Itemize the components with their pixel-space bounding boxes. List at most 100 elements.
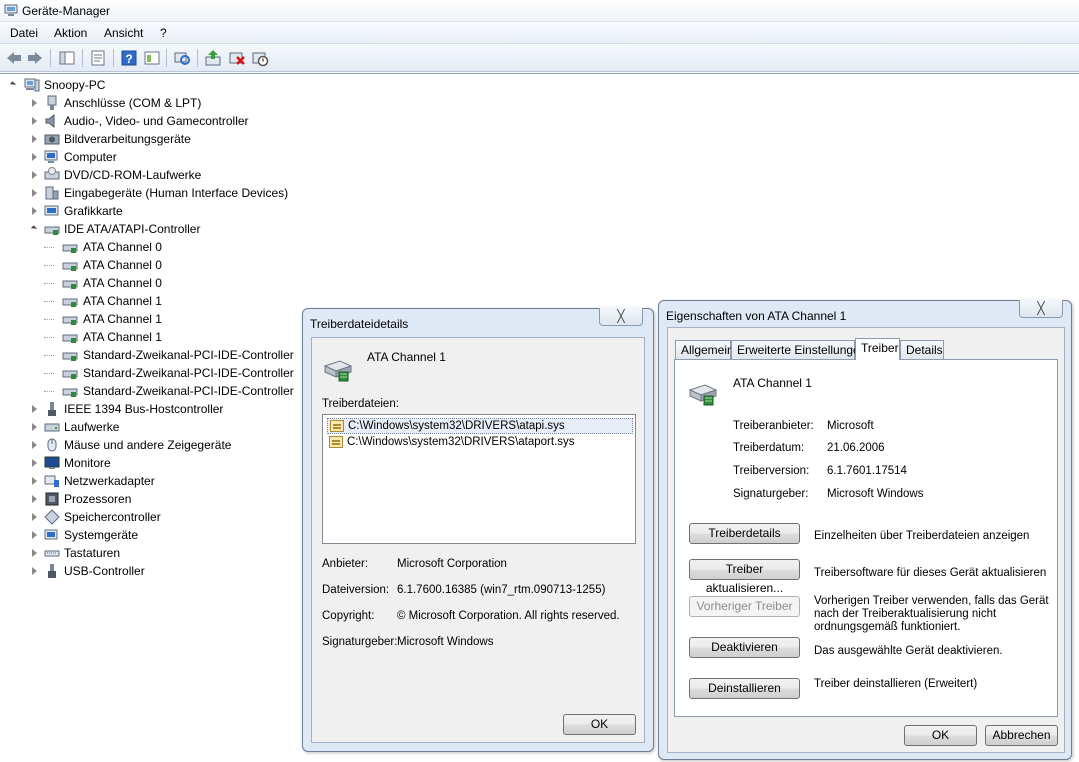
mouse-icon (47, 438, 57, 452)
expand-toggle[interactable] (32, 513, 37, 521)
menu-help[interactable]: ? (158, 26, 169, 40)
list-item[interactable]: C:\Windows\system32\DRIVERS\ataport.sys (327, 435, 633, 451)
tree-root[interactable]: Snoopy-PC (9, 76, 130, 94)
tree-category[interactable]: Computer (30, 148, 310, 166)
rollback-driver-desc-2: nach der Treiberaktualisierung nicht (814, 608, 997, 620)
tree-device[interactable]: ATA Channel 1 (44, 292, 310, 310)
processor-icon (45, 492, 59, 506)
menu-datei[interactable]: Datei (8, 26, 40, 40)
tree-category[interactable]: Prozessoren (30, 490, 310, 508)
tree-category[interactable]: IDE ATA/ATAPI-Controller (30, 220, 310, 238)
ide-controller-icon (62, 352, 78, 361)
tree-device[interactable]: ATA Channel 1 (44, 328, 310, 346)
tree-category[interactable]: Audio-, Video- und Gamecontroller (30, 112, 310, 130)
tab-allgemein[interactable]: Allgemein (675, 340, 734, 359)
expand-toggle[interactable] (32, 189, 37, 197)
tree-category[interactable]: USB-Controller (30, 562, 310, 580)
tree-device-label: Standard-Zweikanal-PCI-IDE-Controller (83, 348, 294, 362)
expand-toggle[interactable] (32, 99, 37, 107)
title-bar[interactable]: Geräte-Manager (0, 0, 1079, 22)
uninstall-icon[interactable] (228, 49, 246, 67)
device-name: ATA Channel 1 (733, 376, 812, 390)
tree-device[interactable]: Standard-Zweikanal-PCI-IDE-Controller (44, 364, 310, 382)
collapse-toggle[interactable] (9, 81, 17, 88)
ide-controller-icon (323, 360, 353, 382)
close-button[interactable]: ╳ (599, 308, 643, 326)
device-name: ATA Channel 1 (367, 350, 446, 364)
expand-toggle[interactable] (32, 531, 37, 539)
expand-toggle[interactable] (32, 549, 37, 557)
help-icon[interactable]: ? (120, 49, 138, 67)
expand-toggle[interactable] (32, 135, 37, 143)
svg-text:?: ? (125, 52, 132, 66)
firewire-icon (48, 402, 56, 416)
menu-ansicht[interactable]: Ansicht (102, 26, 145, 40)
tree-device[interactable]: ATA Channel 1 (44, 310, 310, 328)
tab-erweiterte-einstellungen[interactable]: Erweiterte Einstellungen (731, 340, 866, 359)
disable-icon[interactable] (251, 49, 269, 67)
tree-category[interactable]: Anschlüsse (COM & LPT) (30, 94, 310, 112)
tree-category[interactable]: Speichercontroller (30, 508, 310, 526)
expand-toggle[interactable] (32, 207, 37, 215)
expand-toggle[interactable] (32, 495, 37, 503)
view-icon[interactable] (143, 49, 161, 67)
tree-category[interactable]: Eingabegeräte (Human Interface Devices) (30, 184, 310, 202)
driver-details-button[interactable]: Treiberdetails (689, 523, 800, 544)
tree-category[interactable]: DVD/CD-ROM-Laufwerke (30, 166, 310, 184)
uninstall-driver-button[interactable]: Deinstallieren (689, 678, 800, 699)
expand-toggle[interactable] (32, 405, 37, 413)
back-icon[interactable] (5, 49, 23, 67)
tree-category[interactable]: IEEE 1394 Bus-Hostcontroller (30, 400, 310, 418)
tree-category[interactable]: Netzwerkadapter (30, 472, 310, 490)
driver-version-value: 6.1.7601.17514 (827, 465, 907, 477)
collapse-toggle[interactable] (30, 225, 38, 232)
update-driver-icon[interactable] (204, 49, 222, 67)
tree-device[interactable]: ATA Channel 0 (44, 256, 310, 274)
ok-button[interactable]: OK (563, 714, 636, 735)
rollback-driver-button[interactable]: Vorheriger Treiber (689, 596, 800, 617)
tree-connector (44, 319, 54, 320)
expand-toggle[interactable] (32, 153, 37, 161)
cancel-button[interactable]: Abbrechen (985, 725, 1058, 746)
close-button[interactable]: ╳ (1019, 300, 1063, 318)
expand-toggle[interactable] (32, 441, 37, 449)
tree-category-label: Anschlüsse (COM & LPT) (64, 96, 202, 110)
tree-connector (44, 337, 54, 338)
keyboard-icon (44, 550, 60, 557)
properties-icon[interactable] (89, 49, 107, 67)
show-hide-tree-icon[interactable] (58, 49, 76, 67)
tree-category[interactable]: Grafikkarte (30, 202, 310, 220)
tree-category[interactable]: Mäuse und andere Zeigegeräte (30, 436, 310, 454)
camera-icon (44, 134, 60, 145)
expand-toggle[interactable] (32, 459, 37, 467)
expand-toggle[interactable] (32, 117, 37, 125)
tree-device[interactable]: ATA Channel 0 (44, 274, 310, 292)
list-item[interactable]: C:\Windows\system32\DRIVERS\atapi.sys (327, 418, 633, 434)
driver-files-list[interactable]: C:\Windows\system32\DRIVERS\atapi.sys C:… (322, 414, 636, 544)
computer-icon (24, 78, 40, 92)
ok-button[interactable]: OK (904, 725, 977, 746)
tree-device[interactable]: ATA Channel 0 (44, 238, 310, 256)
tree-device[interactable]: Standard-Zweikanal-PCI-IDE-Controller (44, 382, 310, 400)
expand-toggle[interactable] (32, 567, 37, 575)
tree-category[interactable]: Monitore (30, 454, 310, 472)
menu-aktion[interactable]: Aktion (52, 26, 89, 40)
tree-category-label: Grafikkarte (64, 204, 123, 218)
tab-treiber[interactable]: Treiber (855, 338, 900, 360)
tree-category[interactable]: Laufwerke (30, 418, 310, 436)
tree-device[interactable]: Standard-Zweikanal-PCI-IDE-Controller (44, 346, 310, 364)
expand-toggle[interactable] (32, 423, 37, 431)
tree-category[interactable]: Bildverarbeitungsgeräte (30, 130, 310, 148)
tree-connector (44, 373, 54, 374)
forward-icon[interactable] (26, 49, 44, 67)
expand-toggle[interactable] (32, 171, 37, 179)
scan-hardware-icon[interactable] (173, 49, 191, 67)
tree-category-label: Speichercontroller (64, 510, 161, 524)
tab-details[interactable]: Details (900, 340, 944, 359)
tree-category[interactable]: Systemgeräte (30, 526, 310, 544)
update-driver-button[interactable]: Treiber aktualisieren... (689, 559, 800, 595)
disable-device-button[interactable]: Deaktivieren (689, 637, 800, 658)
tree-device-label: Standard-Zweikanal-PCI-IDE-Controller (83, 384, 294, 398)
tree-category[interactable]: Tastaturen (30, 544, 310, 562)
expand-toggle[interactable] (32, 477, 37, 485)
